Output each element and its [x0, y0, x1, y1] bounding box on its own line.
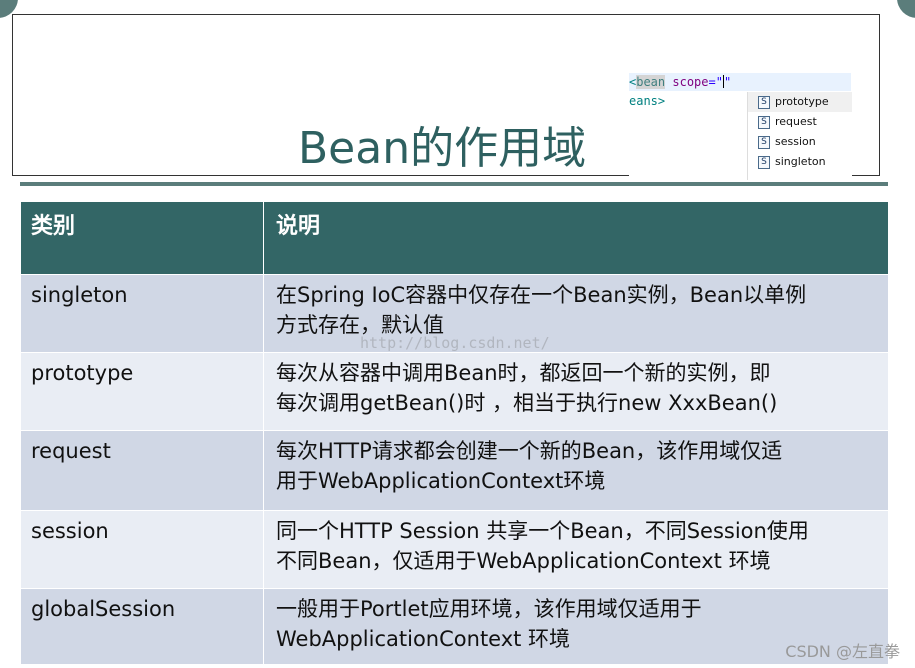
scope-description-cell: 在Spring IoC容器中仅存在一个Bean实例，Bean以单例 方式存在，默认…: [263, 274, 889, 353]
slide: Bean的作用域 <bean scope="" eans> S prototyp…: [0, 0, 915, 668]
csdn-author-mark: CSDN @左直拳: [785, 642, 900, 661]
blog-watermark: http://blog.csdn.net/: [360, 334, 550, 352]
scope-type-cell: singleton: [20, 274, 264, 353]
description-line: 用于WebApplicationContext环境: [276, 469, 606, 493]
autocomplete-item-session[interactable]: S session: [748, 132, 852, 152]
autocomplete-item-label: singleton: [775, 155, 826, 168]
corner-decoration-right: [897, 0, 915, 18]
autocomplete-item-request[interactable]: S request: [748, 112, 852, 132]
table-row: globalSession 一般用于Portlet应用环境，该作用域仅适用于 We…: [20, 588, 889, 665]
scope-description-cell: 每次HTTP请求都会创建一个新的Bean，该作用域仅适 用于WebApplicat…: [263, 430, 889, 511]
table-header-row: 类别 说明: [20, 201, 889, 275]
scope-description-cell: 每次从容器中调用Bean时，都返回一个新的实例，即 每次调用getBean()时 …: [263, 352, 889, 431]
slide-title: Bean的作用域: [298, 123, 587, 174]
description-line: 每次从容器中调用Bean时，都返回一个新的实例，即: [276, 361, 771, 385]
code-attr-equals-quote: =": [708, 75, 723, 89]
code-attr-name: scope: [672, 75, 709, 89]
table-row: prototype 每次从容器中调用Bean时，都返回一个新的实例，即 每次调用g…: [20, 352, 889, 431]
table-row: request 每次HTTP请求都会创建一个新的Bean，该作用域仅适 用于Web…: [20, 430, 889, 511]
scope-type-cell: globalSession: [20, 588, 264, 665]
description-line: 在Spring IoC容器中仅存在一个Bean实例，Bean以单例: [276, 283, 807, 307]
header-description: 说明: [263, 201, 889, 275]
autocomplete-item-prototype[interactable]: S prototype: [748, 92, 852, 112]
autocomplete-popup: S prototype S request S session S single…: [747, 92, 852, 180]
string-value-icon: S: [758, 156, 770, 169]
title-divider: [20, 182, 888, 186]
scope-type-cell: request: [20, 430, 264, 511]
scope-description-cell: 同一个HTTP Session 共享一个Bean，不同Session使用 不同Be…: [263, 510, 889, 589]
autocomplete-item-label: prototype: [775, 95, 829, 108]
description-line: 同一个HTTP Session 共享一个Bean，不同Session使用: [276, 519, 809, 543]
scope-type-cell: session: [20, 510, 264, 589]
code-tag-name: bean: [636, 75, 666, 89]
code-line-closing-tag: eans>: [629, 94, 666, 108]
string-value-icon: S: [758, 96, 770, 109]
string-value-icon: S: [758, 136, 770, 149]
header-type: 类别: [20, 201, 264, 275]
code-attr-close-quote: ": [723, 75, 732, 89]
autocomplete-item-singleton[interactable]: S singleton: [748, 152, 852, 172]
autocomplete-item-label: request: [775, 115, 817, 128]
string-value-icon: S: [758, 116, 770, 129]
description-line: 每次调用getBean()时 ，相当于执行new XxxBean(): [276, 391, 778, 415]
description-line: 不同Bean，仅适用于WebApplicationContext 环境: [276, 549, 771, 573]
table-row: session 同一个HTTP Session 共享一个Bean，不同Sessi…: [20, 510, 889, 589]
description-line: 一般用于Portlet应用环境，该作用域仅适用于: [276, 597, 702, 621]
description-line: 每次HTTP请求都会创建一个新的Bean，该作用域仅适: [276, 439, 783, 463]
bean-scope-table: 类别 说明 singleton 在Spring IoC容器中仅存在一个Bean实…: [20, 201, 889, 665]
autocomplete-item-label: session: [775, 135, 816, 148]
ide-code-snippet: <bean scope="" eans> S prototype S reque…: [629, 72, 852, 180]
scope-type-cell: prototype: [20, 352, 264, 431]
code-line-bean-scope: <bean scope="": [629, 73, 851, 91]
